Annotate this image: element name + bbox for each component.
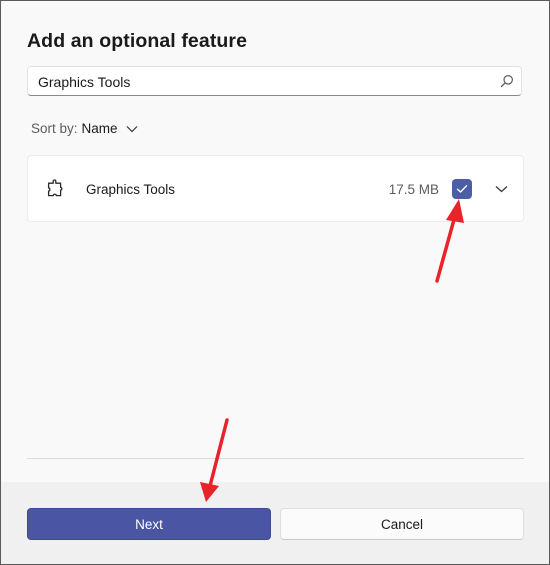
checkmark-icon [456,185,468,193]
feature-size: 17.5 MB [388,182,439,197]
dialog-footer: Next Cancel [1,482,549,564]
chevron-down-icon [126,125,137,132]
divider [27,458,524,459]
cancel-button[interactable]: Cancel [280,508,524,540]
sort-label: Sort by: [31,121,78,136]
feature-name: Graphics Tools [86,182,176,197]
search-icon[interactable] [500,74,514,88]
feature-checkbox[interactable] [452,179,472,199]
dialog-title: Add an optional feature [27,30,248,52]
sort-value: Name [81,121,118,136]
search-box[interactable]: Graphics Tools [27,66,522,96]
next-button[interactable]: Next [27,508,271,540]
puzzle-piece-icon [47,179,63,197]
search-input[interactable]: Graphics Tools [38,74,130,90]
expand-chevron-icon[interactable] [495,185,508,193]
sort-dropdown[interactable]: Sort by: Name [31,121,138,136]
add-optional-feature-dialog: Add an optional feature Graphics Tools S… [0,0,550,565]
feature-list-item[interactable]: Graphics Tools 17.5 MB [27,155,524,222]
